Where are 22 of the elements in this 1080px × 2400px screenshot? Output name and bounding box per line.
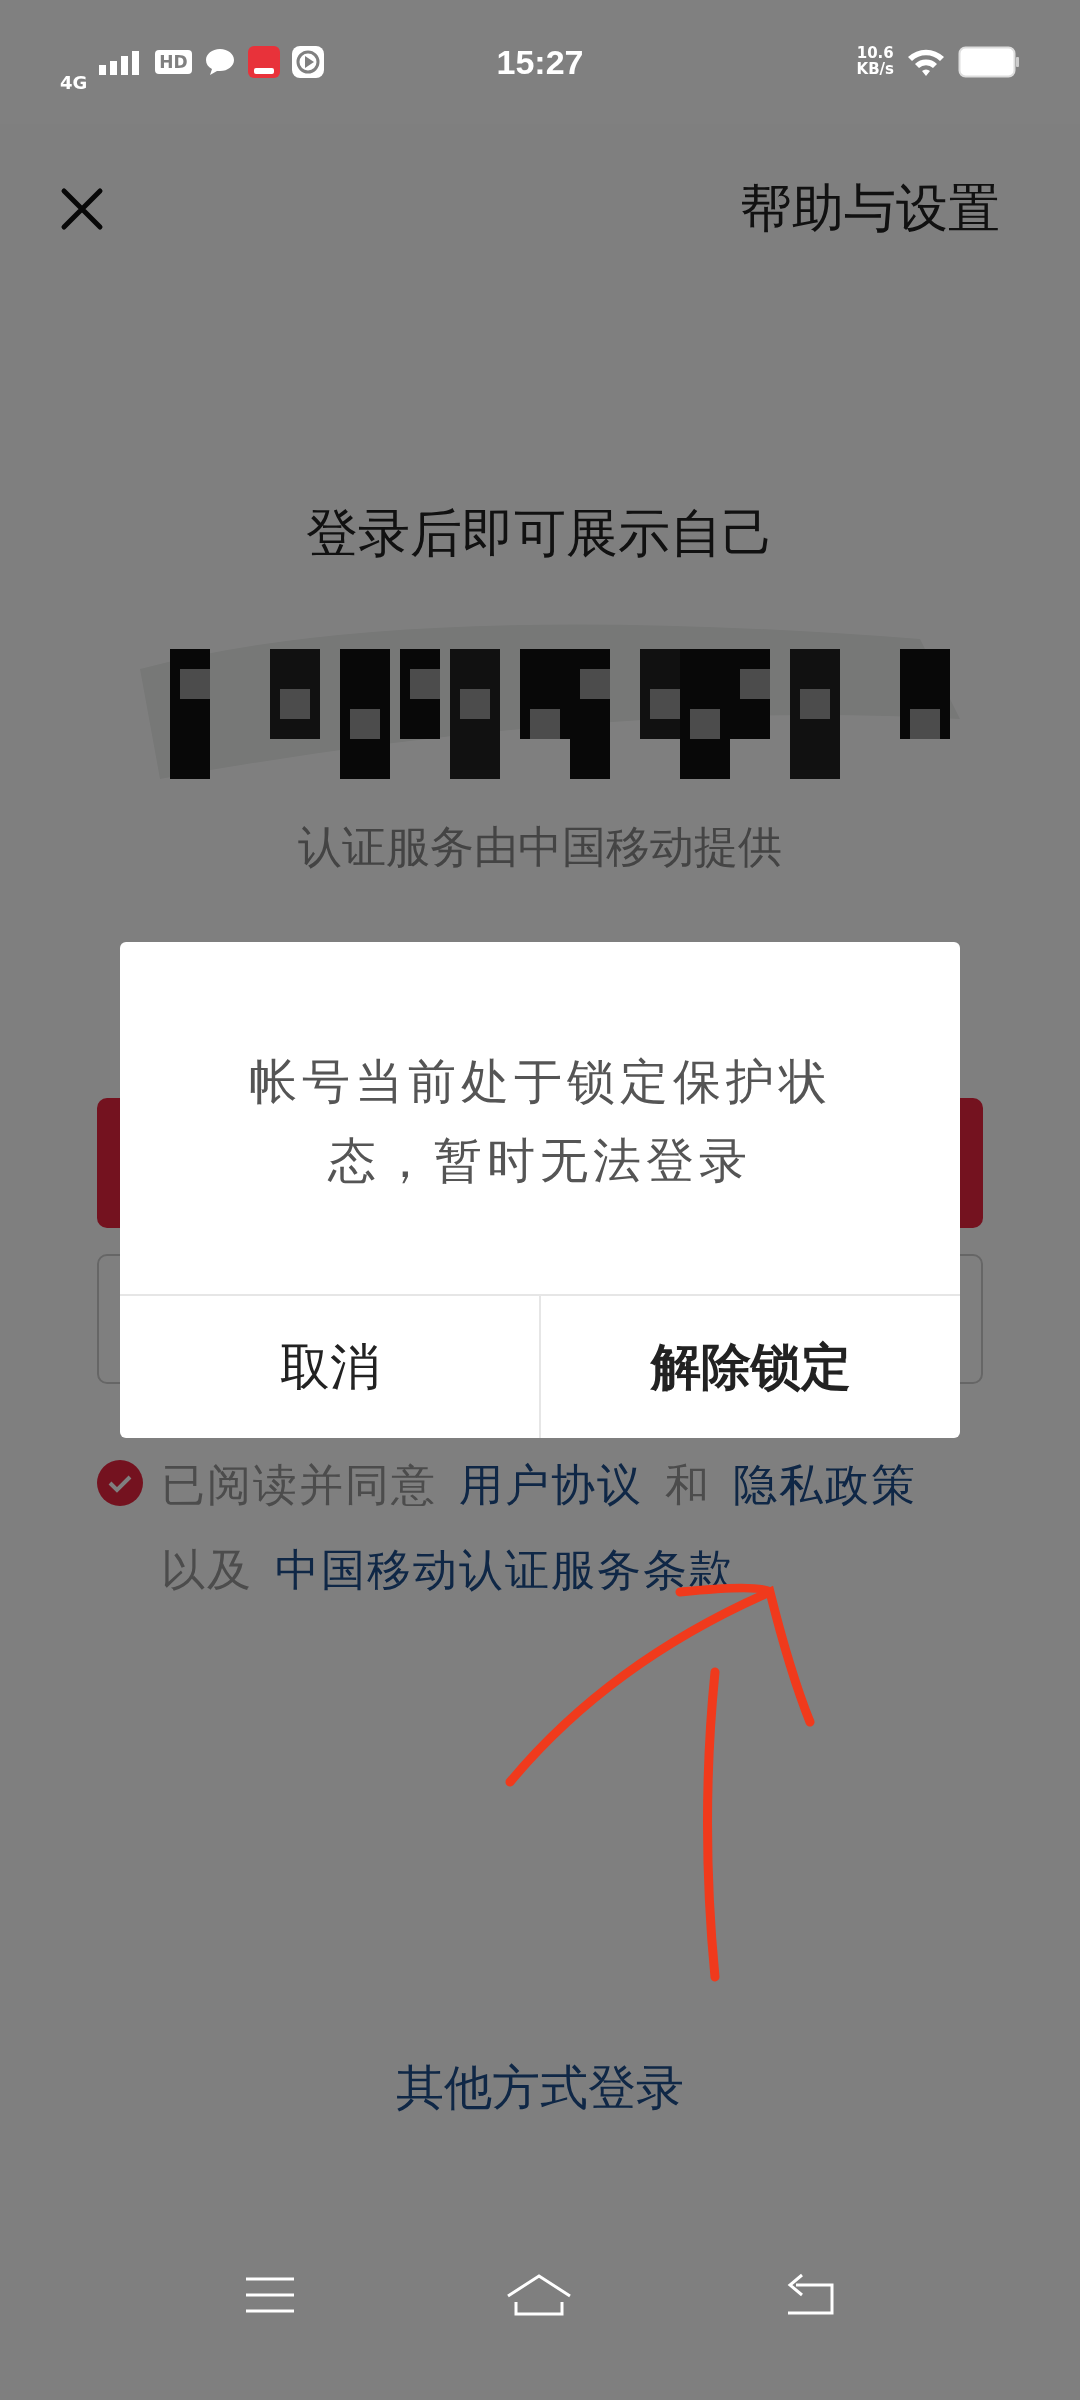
agree-checkbox[interactable] xyxy=(97,1460,143,1506)
menu-icon[interactable] xyxy=(244,2275,296,2315)
unlock-button[interactable]: 解除锁定 xyxy=(539,1296,960,1438)
headline: 登录后即可展示自己 xyxy=(305,502,775,565)
wifi-icon xyxy=(906,47,946,77)
provider-note: 认证服务由中国移动提供 xyxy=(297,820,783,874)
hd-badge: HD xyxy=(155,50,192,74)
network-label: 4G xyxy=(60,71,88,93)
close-icon[interactable] xyxy=(60,187,104,231)
dialog-message: 帐号当前处于锁定保护状态，暂时无法登录 xyxy=(247,1052,833,1191)
agreement-link[interactable]: 隐私政策 xyxy=(733,1456,917,1515)
speed-unit: KB/s xyxy=(856,62,894,78)
chat-bubble-icon xyxy=(203,47,236,77)
network-speed: 10.6 xyxy=(856,46,894,62)
status-time: 15:27 xyxy=(496,42,584,82)
play-icon xyxy=(291,46,324,78)
app-icon xyxy=(247,46,280,78)
agreement-link[interactable]: 用户协议 xyxy=(459,1456,643,1515)
battery-icon xyxy=(958,46,1020,78)
other-login-link[interactable]: 其他方式登录 xyxy=(0,2056,1080,2120)
help-settings-link[interactable]: 帮助与设置 xyxy=(740,174,1000,244)
cancel-button[interactable]: 取消 xyxy=(120,1296,539,1438)
